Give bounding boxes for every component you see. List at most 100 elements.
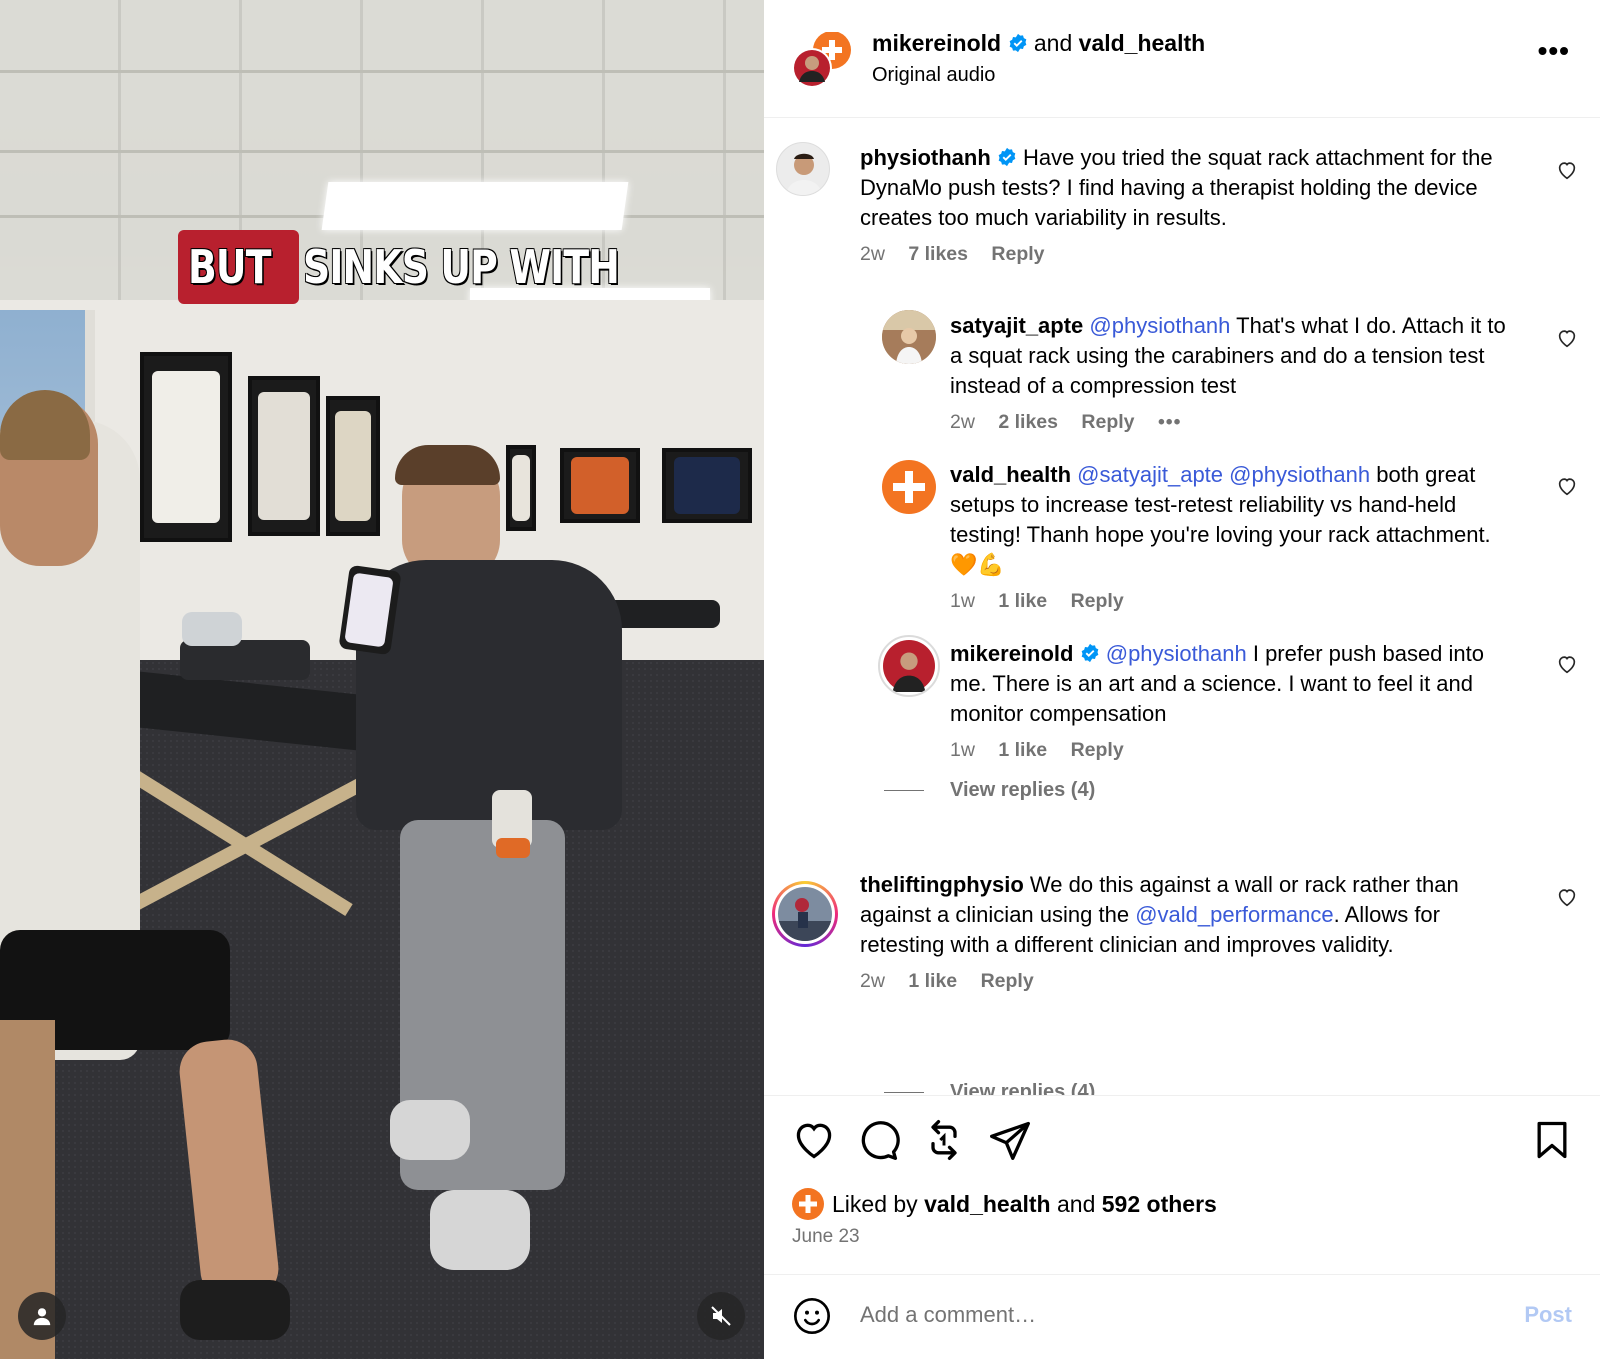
author-avatar-stack[interactable] [792,31,851,88]
audio-label[interactable]: Original audio [872,64,995,87]
liked-by-and: and [1057,1190,1096,1217]
reply-button[interactable]: Reply [991,243,1044,265]
comments-list[interactable]: physiothanh Have you tried the squat rac… [764,119,1600,1095]
like-comment-heart-icon[interactable] [1556,159,1578,181]
clinician-hair [395,445,500,485]
comment: physiothanh Have you tried the squat rac… [860,143,1520,266]
share-paper-plane-icon[interactable] [988,1118,1032,1162]
verified-badge-icon [998,147,1016,167]
like-comment-heart-icon[interactable] [1556,327,1578,349]
equipment-device [182,612,242,646]
comment-mention[interactable]: @vald_performance [1135,902,1333,927]
reply-button[interactable]: Reply [1081,411,1134,433]
caption-highlight-word: BUT [188,240,271,294]
comment: theliftingphysio We do this against a wa… [860,870,1520,993]
comment-username[interactable]: mikereinold [950,641,1073,666]
comment-username[interactable]: theliftingphysio [860,872,1024,897]
framed-jersey [326,396,380,536]
person-icon [33,1308,51,1326]
commenter-avatar-story-ring[interactable] [772,881,838,947]
repost-icon[interactable] [922,1118,966,1162]
comment-bubble-icon[interactable] [856,1118,900,1162]
likes-count[interactable]: 592 others [1102,1191,1217,1218]
ceiling-light [321,182,629,230]
view-replies-label[interactable]: View replies (4) [950,1081,1095,1095]
caption-highlight-box: BUT [178,230,299,304]
reply-button[interactable]: Reply [1071,590,1124,612]
mute-button[interactable] [697,1292,745,1340]
comment-likes[interactable]: 1 like [908,970,957,992]
like-comment-heart-icon[interactable] [1556,475,1578,497]
comment-meta: 1w 1 like Reply [950,739,1522,762]
collab-avatars [792,31,851,88]
liked-by-user[interactable]: vald_health [924,1191,1051,1218]
post-date[interactable]: June 23 [792,1226,860,1248]
author-username[interactable]: mikereinold [872,30,1001,56]
commenter-avatar[interactable] [882,310,936,364]
framed-jersey [248,376,320,536]
comment-time[interactable]: 1w [950,739,975,761]
commenter-avatar[interactable] [878,635,940,697]
comment-likes[interactable]: 7 likes [908,243,968,265]
comment-likes[interactable]: 1 like [998,739,1047,761]
like-heart-icon[interactable] [792,1118,836,1162]
verified-badge-icon [1081,643,1098,663]
comment-reply: mikereinold @physiothanh I prefer push b… [950,639,1522,762]
reel-video[interactable]: BUT SINKS UP WITH [0,0,764,1359]
comment-time[interactable]: 2w [860,243,885,265]
comment-username[interactable]: physiothanh [860,145,991,170]
comment-reply: satyajit_apte @physiothanh That's what I… [950,311,1522,434]
comment-username[interactable]: satyajit_apte [950,313,1083,338]
clinician-shoe [430,1190,530,1270]
thread-line [884,1092,924,1093]
comment-likes[interactable]: 1 like [998,590,1047,612]
like-comment-heart-icon[interactable] [1556,653,1578,675]
vald-logo-icon [893,471,925,503]
comment-time[interactable]: 2w [860,970,885,992]
reply-button[interactable]: Reply [981,970,1034,992]
comment-time[interactable]: 1w [950,590,975,612]
post-header: mikereinold and vald_health Original aud… [764,0,1600,118]
commenter-avatar[interactable] [776,142,830,196]
post-authors: mikereinold and vald_health [872,30,1205,57]
more-options-icon[interactable]: ••• [1538,37,1570,65]
comment-more-icon[interactable]: ••• [1158,411,1181,433]
video-caption: BUT SINKS UP WITH [178,230,688,304]
reply-button[interactable]: Reply [1071,739,1124,761]
view-replies-button[interactable]: View replies (4) [884,1081,1095,1095]
comment-input[interactable]: Add a comment… [860,1302,1036,1328]
ceiling-grid [0,70,764,73]
comment-time[interactable]: 2w [950,411,975,433]
emoji-smiley-icon[interactable] [792,1296,832,1336]
post-sidebar: mikereinold and vald_health Original aud… [764,0,1600,1359]
comment-mention[interactable]: @physiothanh [1089,313,1230,338]
dynamometer-pad [496,838,530,858]
vald-avatar-icon[interactable] [792,1188,824,1220]
comment-mention[interactable]: @satyajit_apte @physiothanh [1077,462,1370,487]
add-comment-bar: Add a comment… Post [764,1276,1600,1359]
framed-jersey [560,448,640,523]
comment-reply: vald_health @satyajit_apte @physiothanh … [950,460,1522,613]
comment-likes[interactable]: 2 likes [998,411,1058,433]
post-actions: Liked by vald_health and 592 others June… [764,1095,1600,1275]
view-replies-label[interactable]: View replies (4) [950,779,1095,802]
patient-shoe [180,1280,290,1340]
liked-by-prefix: Liked by [832,1190,918,1217]
tagged-users-button[interactable] [18,1292,66,1340]
equipment-cart [180,640,310,680]
view-replies-button[interactable]: View replies (4) [884,779,1095,802]
comment-username[interactable]: vald_health [950,462,1071,487]
like-comment-heart-icon[interactable] [1556,886,1578,908]
muted-speaker-icon [711,1306,731,1326]
commenter-avatar[interactable] [882,460,936,514]
comment-meta: 2w 7 likes Reply [860,243,1520,266]
author-conjunction: and [1033,30,1073,56]
likes-summary: Liked by vald_health and 592 others [792,1188,1217,1220]
ceiling-grid [0,150,764,153]
collaborator-username[interactable]: vald_health [1079,30,1206,56]
framed-jersey [506,445,536,531]
save-bookmark-icon[interactable] [1530,1118,1574,1162]
comment-mention[interactable]: @physiothanh [1106,641,1247,666]
post-comment-button[interactable]: Post [1524,1302,1572,1328]
verified-badge-icon [1009,33,1026,53]
